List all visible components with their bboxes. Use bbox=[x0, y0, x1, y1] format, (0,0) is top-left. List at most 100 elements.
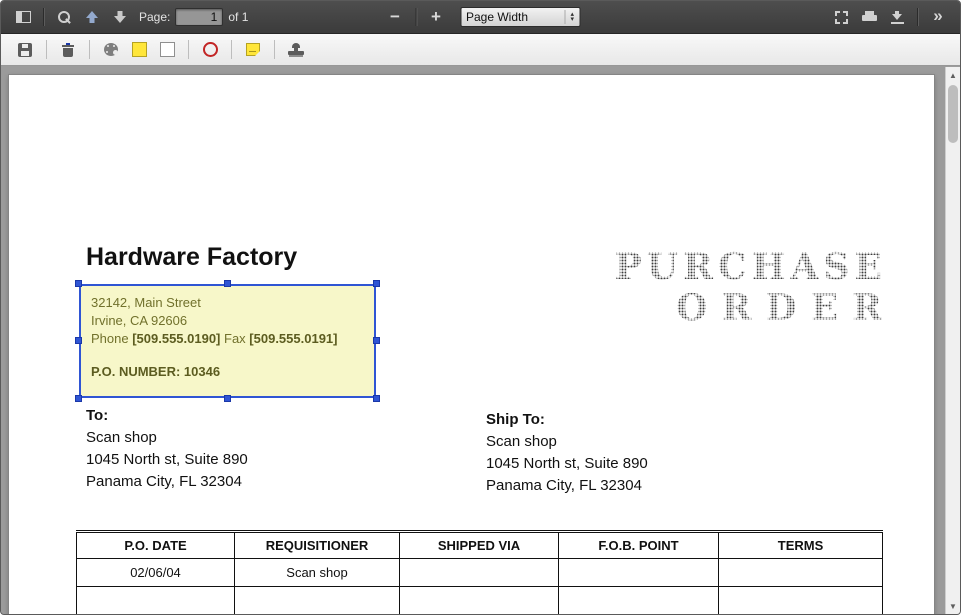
scrollbar-thumb[interactable] bbox=[948, 85, 958, 143]
po-table-header-row: P.O. DATE REQUISITIONER SHIPPED VIA F.O.… bbox=[77, 532, 883, 559]
note-address-line-1: 32142, Main Street bbox=[91, 294, 364, 312]
po-table-header: SHIPPED VIA bbox=[400, 532, 559, 559]
table-row: 02/06/04 Scan shop bbox=[77, 559, 883, 587]
stamp-tool-button[interactable] bbox=[282, 37, 310, 63]
annotation-handle-w[interactable] bbox=[75, 337, 82, 344]
zoom-in-button[interactable]: + bbox=[422, 4, 450, 30]
save-button[interactable] bbox=[11, 37, 39, 63]
highlight-color-button[interactable] bbox=[125, 37, 153, 63]
scrollbar-up-arrow-icon[interactable]: ▲ bbox=[946, 67, 960, 83]
select-arrows-icon: ▴▾ bbox=[564, 10, 574, 24]
zoom-controls: − + Page Width ▴▾ bbox=[381, 1, 580, 33]
annotation-handle-sw[interactable] bbox=[75, 395, 82, 402]
palette-icon bbox=[104, 43, 118, 56]
ship-to-line: Scan shop bbox=[486, 431, 648, 453]
print-button[interactable] bbox=[855, 4, 883, 30]
po-table: P.O. DATE REQUISITIONER SHIPPED VIA F.O.… bbox=[76, 530, 883, 614]
ship-to-label: Ship To: bbox=[486, 409, 648, 431]
toolbar-separator bbox=[917, 8, 918, 26]
fill-color-button[interactable] bbox=[153, 37, 181, 63]
yellow-swatch-icon bbox=[132, 42, 147, 57]
table-row bbox=[77, 587, 883, 615]
po-table-header: TERMS bbox=[719, 532, 883, 559]
toolbar-separator bbox=[188, 40, 189, 59]
annotation-handle-nw[interactable] bbox=[75, 280, 82, 287]
zoom-out-button[interactable]: − bbox=[381, 4, 409, 30]
toolbar-separator bbox=[43, 8, 44, 26]
toolbar-separator bbox=[89, 40, 90, 59]
pdf-viewer-window: Page: of 1 − + Page Width ▴▾ bbox=[0, 0, 961, 615]
table-cell: Scan shop bbox=[235, 559, 400, 587]
table-cell bbox=[400, 587, 559, 615]
arrow-up-icon bbox=[86, 11, 99, 23]
download-button[interactable] bbox=[883, 4, 911, 30]
pdf-page: Hardware Factory PURCHASE ORDER 32142, M… bbox=[9, 75, 934, 614]
table-cell: 02/06/04 bbox=[77, 559, 235, 587]
page-count-label: of 1 bbox=[228, 10, 248, 24]
to-line: 1045 North st, Suite 890 bbox=[86, 449, 248, 471]
annotation-handle-s[interactable] bbox=[224, 395, 231, 402]
ship-to-address-block: Ship To: Scan shop 1045 North st, Suite … bbox=[486, 409, 648, 497]
main-toolbar: Page: of 1 − + Page Width ▴▾ bbox=[1, 1, 960, 34]
sticky-note-tool-button[interactable] bbox=[239, 37, 267, 63]
more-tools-button[interactable]: » bbox=[924, 4, 952, 30]
vertical-scrollbar[interactable]: ▲ ▼ bbox=[945, 67, 960, 614]
to-line: Panama City, FL 32304 bbox=[86, 471, 248, 493]
note-icon bbox=[246, 43, 260, 56]
table-cell bbox=[559, 559, 719, 587]
sidebar-toggle-icon bbox=[16, 11, 31, 23]
annotation-handle-ne[interactable] bbox=[373, 280, 380, 287]
company-name: Hardware Factory bbox=[86, 243, 297, 272]
fullscreen-icon bbox=[835, 11, 848, 24]
search-button[interactable] bbox=[50, 4, 78, 30]
page-number-input[interactable] bbox=[175, 8, 223, 26]
toolbar-separator bbox=[46, 40, 47, 59]
annotation-toolbar bbox=[1, 34, 960, 66]
note-address-line-2: Irvine, CA 92606 bbox=[91, 312, 364, 330]
po-table-header: P.O. DATE bbox=[77, 532, 235, 559]
table-cell bbox=[77, 587, 235, 615]
white-swatch-icon bbox=[160, 42, 175, 57]
note-phone-line: Phone [509.555.0190] Fax [509.555.0191] bbox=[91, 330, 364, 348]
selected-note-annotation[interactable]: 32142, Main Street Irvine, CA 92606 Phon… bbox=[79, 284, 376, 398]
zoom-select[interactable]: Page Width ▴▾ bbox=[460, 7, 580, 27]
scrollbar-down-arrow-icon[interactable]: ▼ bbox=[946, 598, 960, 614]
trash-icon bbox=[62, 43, 74, 57]
to-label: To: bbox=[86, 405, 248, 427]
ellipse-tool-button[interactable] bbox=[196, 37, 224, 63]
to-address-block: To: Scan shop 1045 North st, Suite 890 P… bbox=[86, 405, 248, 493]
annotation-handle-se[interactable] bbox=[373, 395, 380, 402]
toolbar-separator bbox=[231, 40, 232, 59]
toolbar-right-group: » bbox=[827, 4, 952, 30]
to-line: Scan shop bbox=[86, 427, 248, 449]
presentation-mode-button[interactable] bbox=[827, 4, 855, 30]
document-viewer[interactable]: Hardware Factory PURCHASE ORDER 32142, M… bbox=[1, 67, 960, 614]
note-po-number: P.O. NUMBER: 10346 bbox=[91, 363, 364, 381]
next-page-button[interactable] bbox=[106, 4, 134, 30]
table-cell bbox=[719, 559, 883, 587]
delete-annotation-button[interactable] bbox=[54, 37, 82, 63]
arrow-down-icon bbox=[114, 11, 127, 23]
sidebar-toggle-button[interactable] bbox=[9, 4, 37, 30]
print-icon bbox=[862, 11, 877, 24]
annotation-handle-e[interactable] bbox=[373, 337, 380, 344]
zoom-select-value: Page Width bbox=[466, 10, 564, 24]
table-cell bbox=[400, 559, 559, 587]
ship-to-line: 1045 North st, Suite 890 bbox=[486, 453, 648, 475]
search-icon bbox=[58, 11, 71, 24]
annotation-handle-n[interactable] bbox=[224, 280, 231, 287]
download-icon bbox=[891, 11, 904, 24]
previous-page-button[interactable] bbox=[78, 4, 106, 30]
po-table-header: REQUISITIONER bbox=[235, 532, 400, 559]
stamp-line-1: PURCHASE bbox=[615, 247, 887, 288]
stamp-icon bbox=[288, 43, 304, 57]
table-cell bbox=[719, 587, 883, 615]
table-cell bbox=[559, 587, 719, 615]
color-picker-button[interactable] bbox=[97, 37, 125, 63]
toolbar-separator bbox=[274, 40, 275, 59]
toolbar-separator bbox=[415, 8, 416, 26]
ship-to-line: Panama City, FL 32304 bbox=[486, 475, 648, 497]
table-cell bbox=[235, 587, 400, 615]
po-table-header: F.O.B. POINT bbox=[559, 532, 719, 559]
purchase-order-stamp: PURCHASE ORDER bbox=[615, 247, 882, 329]
